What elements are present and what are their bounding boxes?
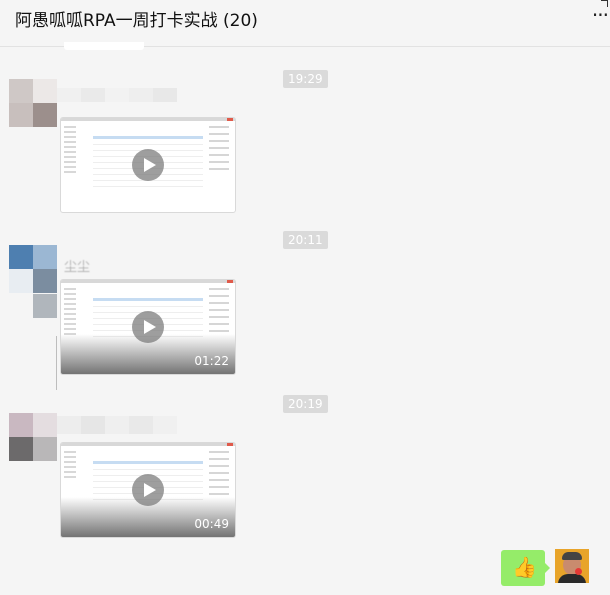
chat-header: 阿愚呱呱RPA一周打卡实战 (20) ... — [0, 0, 610, 47]
my-avatar[interactable] — [555, 549, 589, 583]
video-thumbnail-side — [209, 288, 229, 337]
play-icon[interactable] — [132, 474, 164, 506]
video-thumbnail-titlebar — [61, 118, 235, 121]
video-thumbnail-selection — [93, 298, 203, 301]
video-thumbnail-side — [209, 126, 229, 175]
video-thumbnail-titlebar — [61, 280, 235, 283]
avatar[interactable] — [9, 413, 57, 461]
avatar[interactable] — [9, 79, 57, 127]
video-thumbnail-tree — [64, 288, 76, 338]
timestamp: 19:29 — [283, 70, 328, 88]
video-message[interactable] — [60, 117, 236, 213]
chat-title: 阿愚呱呱RPA一周打卡实战 (20) — [15, 11, 258, 31]
play-icon[interactable] — [132, 149, 164, 181]
video-thumbnail-tree — [64, 126, 76, 176]
sender-name-mosaic — [57, 416, 177, 434]
video-message[interactable]: 00:49 — [60, 442, 236, 538]
self-message-bubble[interactable]: 👍 — [501, 550, 550, 586]
avatar-mosaic-extension — [33, 294, 57, 318]
video-message[interactable]: 01:22 — [60, 279, 236, 375]
divider — [56, 336, 57, 390]
play-icon[interactable] — [132, 311, 164, 343]
video-duration: 00:49 — [194, 517, 229, 531]
timestamp: 20:19 — [283, 395, 328, 413]
sender-name: 尘尘 — [64, 260, 91, 275]
thumbs-up-icon: 👍 — [512, 555, 537, 579]
timestamp: 20:11 — [283, 231, 328, 249]
sender-name-mosaic — [57, 88, 177, 102]
video-thumbnail-tree — [64, 451, 76, 481]
video-thumbnail-side — [209, 451, 229, 500]
video-thumbnail-selection — [93, 136, 203, 139]
previous-message-bubble — [64, 42, 144, 50]
video-thumbnail-selection — [93, 461, 203, 464]
more-icon[interactable]: ... — [592, 0, 609, 21]
avatar[interactable] — [9, 245, 57, 293]
video-thumbnail-titlebar — [61, 443, 235, 446]
video-duration: 01:22 — [194, 354, 229, 368]
